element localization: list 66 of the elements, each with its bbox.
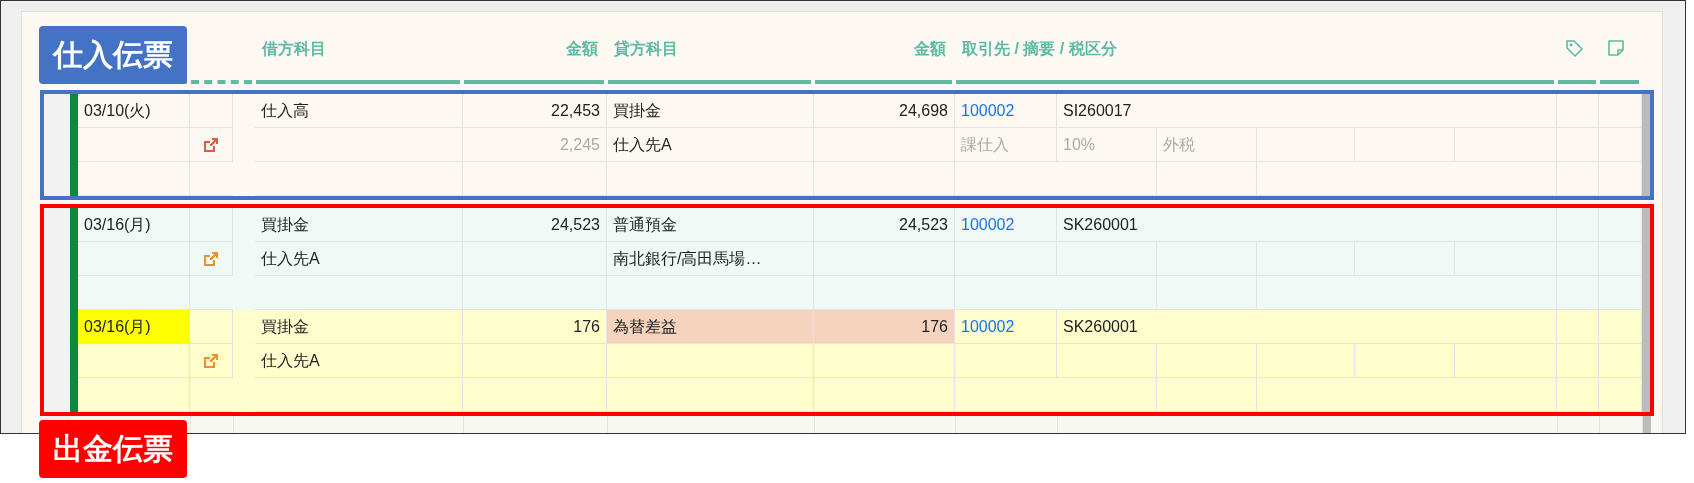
note-icon[interactable]	[1606, 38, 1626, 58]
table-cell	[190, 208, 233, 242]
scrollbar[interactable]	[1643, 416, 1651, 433]
amount-cell: 24,523	[899, 214, 948, 235]
partner-code: 100002	[961, 214, 1015, 235]
account-cell: 買掛金	[261, 214, 309, 235]
entry-background[interactable]: 03/10(火) 仕入高 22,453 買掛金 24,698 100002 SI260017 2,245 仕入先A 課仕入 10% 外税	[45, 94, 1650, 196]
account-cell: 買掛金	[613, 100, 661, 121]
tax-cell: 課仕入	[961, 134, 1009, 155]
tax-amount: 2,245	[559, 134, 600, 155]
account-cell: 買掛金	[261, 316, 309, 337]
scrollbar[interactable]	[1642, 208, 1650, 310]
memo-cell: SK260001	[1063, 316, 1138, 337]
sub-account-cell: 仕入先A	[261, 248, 320, 269]
table-cell	[1557, 310, 1599, 344]
date-cell: 03/10(火)	[84, 100, 151, 121]
partner-code: 100002	[961, 100, 1015, 121]
table-cell	[1599, 310, 1642, 344]
column-header[interactable]: 借方科目	[262, 38, 326, 60]
amount-cell: 176	[921, 316, 948, 337]
amount-cell: 24,698	[899, 100, 948, 121]
column-header[interactable]: 貸方科目	[614, 38, 678, 60]
amount-cell: 22,453	[551, 100, 600, 121]
date-cell: 03/16(月)	[84, 316, 151, 337]
account-cell: 仕入高	[261, 100, 309, 121]
external-link-icon[interactable]	[203, 250, 219, 267]
table-cell	[1599, 162, 1642, 196]
sub-account-cell: 仕入先A	[261, 350, 320, 371]
table-cell	[1599, 208, 1642, 242]
table-cell	[1557, 378, 1599, 412]
amount-cell: 24,523	[551, 214, 600, 235]
entry-background[interactable]: 03/16(月) 買掛金 24,523 普通預金 24,523 100002 SK260001 仕入先A 南北銀行/高田馬場…	[45, 208, 1650, 310]
table-cell	[1557, 94, 1599, 128]
external-link-icon[interactable]	[203, 352, 219, 369]
table-cell	[1599, 378, 1642, 412]
account-cell: 普通預金	[613, 214, 677, 235]
external-link-icon[interactable]	[203, 136, 219, 153]
account-cell: 為替差益	[613, 316, 677, 337]
entry-background[interactable]: 03/16(月) 買掛金 176 為替差益 176 100002 SK260001 仕入先A	[45, 310, 1650, 412]
annotation-label: 出金伝票	[39, 420, 187, 478]
table-cell	[190, 94, 233, 128]
scrollbar[interactable]	[1642, 310, 1650, 412]
column-header[interactable]: 金額	[914, 38, 946, 60]
table-cell	[1557, 162, 1599, 196]
partner-code: 100002	[961, 316, 1015, 337]
memo-cell: SK260001	[1063, 214, 1138, 235]
column-header[interactable]: 取引先 / 摘要 / 税区分	[962, 38, 1117, 60]
table-cell	[1599, 128, 1642, 162]
amount-cell: 176	[573, 316, 600, 337]
sub-account-cell: 南北銀行/高田馬場…	[613, 248, 762, 269]
memo-cell: SI260017	[1063, 100, 1132, 121]
table-cell	[1557, 344, 1599, 378]
column-header[interactable]: 金額	[566, 38, 598, 60]
table-cell	[1557, 128, 1599, 162]
tax-cell: 外税	[1163, 134, 1195, 155]
annotation-label: 仕入伝票	[39, 26, 187, 84]
table-cell	[1599, 94, 1642, 128]
table-cell	[1599, 242, 1642, 276]
date-cell: 03/16(月)	[84, 214, 151, 235]
table-cell	[1599, 344, 1642, 378]
tax-cell: 10%	[1063, 134, 1096, 155]
sub-account-cell: 仕入先A	[613, 134, 672, 155]
table-cell	[190, 310, 233, 344]
table-cell	[1557, 208, 1599, 242]
scrollbar[interactable]	[1642, 94, 1650, 196]
tag-icon[interactable]	[1564, 38, 1584, 58]
